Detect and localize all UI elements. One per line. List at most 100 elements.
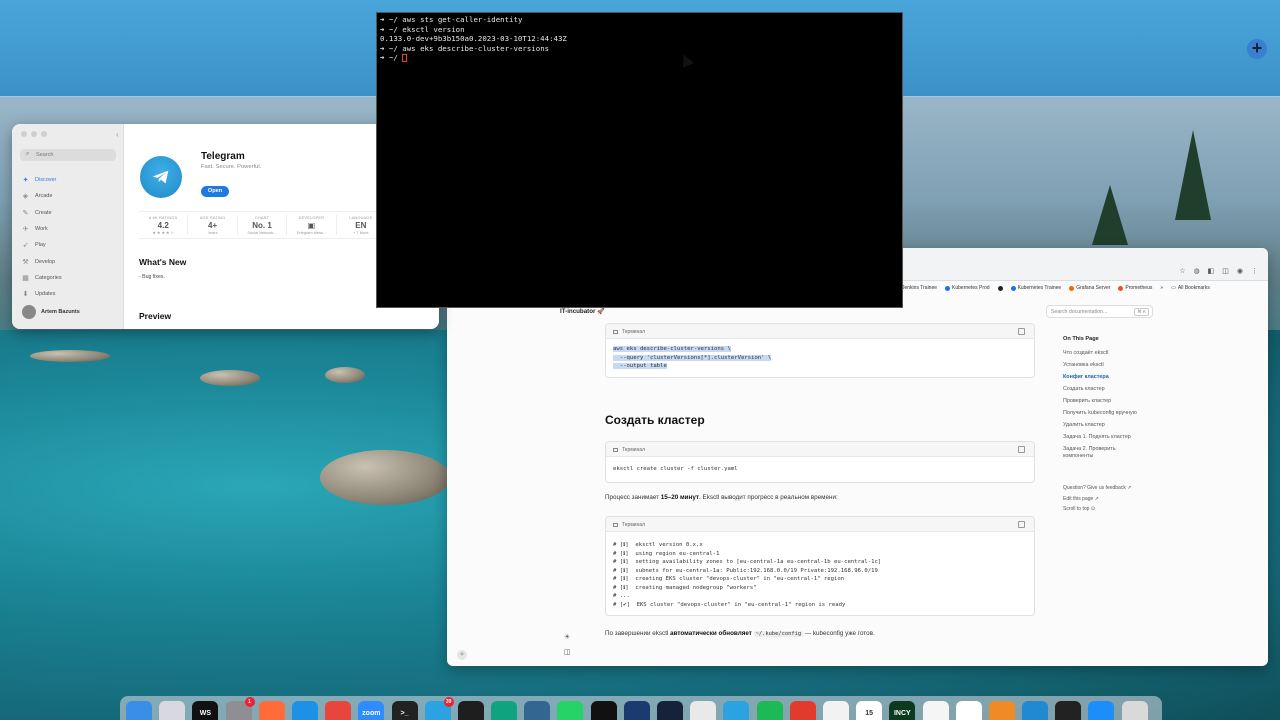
menu-icon[interactable]: ⋮ [1251,267,1258,275]
extension-icon[interactable]: ◧ [1208,267,1215,275]
toc-item[interactable]: Что создаёт eksctl [1063,350,1183,362]
search-docs-input[interactable]: Search documentation... ⌘ K [1046,305,1153,318]
sidebar-item-updates[interactable]: ⬇ Updates [22,286,118,302]
all-bookmarks[interactable]: ▭ All Bookmarks [1171,285,1210,291]
dock-app-chrome[interactable] [325,701,352,720]
dock-app-vpn[interactable] [657,701,683,720]
sidebar-item-categories[interactable]: ▦ Categories [22,270,118,286]
dock-app-postman[interactable] [258,701,285,720]
dock-app-spotify-like[interactable] [756,701,783,720]
edit-page-link[interactable]: Edit this page ↗ [1063,496,1099,502]
dock-app-app-store[interactable] [1088,701,1115,720]
site-brand[interactable]: IT-incubator 🚀 [560,307,605,315]
dock-app-burst[interactable] [822,701,849,720]
telegram-app-icon [140,156,182,198]
dock-app-finder[interactable] [126,701,152,720]
dock-app-vscode[interactable] [1022,701,1049,720]
browser-window[interactable]: ☆ ◍ ◧ ◫ ◉ ⋮ Jenkins Trainee Kubernetes P… [447,248,1268,666]
minimize-icon[interactable] [31,131,37,137]
dock-app-docker[interactable] [291,701,318,720]
dock-app-notes[interactable] [623,701,650,720]
dock-app-clock[interactable] [1055,701,1082,720]
toc-item[interactable]: Создать кластер [1063,386,1183,398]
sidebar-item-work[interactable]: ✈ Work [22,221,118,237]
open-button[interactable]: Open [201,186,229,197]
bookmarks-overflow[interactable]: » [1160,285,1163,291]
toc-item[interactable]: Задача 2. Проверить компоненты [1063,446,1143,466]
sidebar-item-play[interactable]: ➶ Play [22,237,118,253]
dock: WS 1 zoom >_ 39 15 INCY [120,696,1162,720]
sidebar-item-arcade[interactable]: ◈ Arcade [22,188,118,204]
dock-app-github[interactable] [955,701,982,720]
toc-item[interactable]: Установка eksctl [1063,362,1183,374]
code-content[interactable]: aws eks describe-cluster-versions \ --qu… [606,339,1034,377]
bookmark-kubernetes-prod[interactable]: Kubernetes Prod [945,285,990,291]
search-icon: ⌕ [26,151,30,157]
copy-icon[interactable] [1018,446,1025,453]
whats-new-heading: What's New [139,257,187,267]
sidebar-item-discover[interactable]: ✦ Discover [22,172,118,188]
search-input[interactable]: ⌕ Search [20,149,116,161]
bookmark-kubernetes-trainee[interactable]: Kubernetes Trainee [1010,285,1061,291]
bookmarks-bar: Jenkins Trainee Kubernetes Prod Kubernet… [902,285,1210,291]
toc-item[interactable]: Удалить кластер [1063,422,1183,434]
tree [1092,185,1128,245]
dock-app-infuse[interactable] [988,701,1015,720]
back-chevron-icon[interactable]: ‹ [116,130,119,139]
bookmark-grafana[interactable]: Grafana Server [1069,285,1110,291]
notification-badge: 39 [443,697,454,707]
dock-app-incy[interactable]: INCY [889,701,916,720]
code-content[interactable]: eksctl create cluster -f cluster.yaml [606,457,1034,482]
feedback-link[interactable]: Question? Give us feedback ↗ [1063,485,1131,491]
add-space-button[interactable]: + [1247,39,1267,59]
bookmark-prometheus[interactable]: Prometheus [1118,285,1152,291]
stat-developer[interactable]: DEVELOPER ▣ Telegram Mess... [287,215,337,235]
dock-app-system-settings[interactable]: 1 [225,697,255,720]
dock-app-whatsapp[interactable] [557,701,584,720]
code-content[interactable]: # [ℹ] eksctl version 0.x.x # [ℹ] using r… [606,532,1034,615]
dock-app-activity-monitor[interactable] [457,701,484,720]
terminal-window[interactable]: ➜ ~/ aws sts get-caller-identity ➜ ~/ ek… [376,12,903,308]
extension-icon[interactable]: ◍ [1194,267,1200,275]
dock-app-webstorm[interactable]: WS [192,701,219,720]
dock-app-safari-like[interactable] [690,701,717,720]
sidebar-item-develop[interactable]: ⚒ Develop [22,253,118,269]
dock-app-notion[interactable] [922,701,949,720]
dock-app-terminal[interactable]: >_ [391,701,418,720]
app-title: Telegram [201,151,245,162]
close-icon[interactable] [21,131,27,137]
app-store-window[interactable]: ⌕ Search ✦ Discover ◈ Arcade ✎ Create ✈ Work … [12,124,439,329]
bookmark-jenkins[interactable]: Jenkins Trainee [902,285,937,291]
dock-app-calendar[interactable]: 15 [856,701,883,720]
toc-item[interactable]: Задача 1. Поднять кластер [1063,434,1183,446]
dock-app-chatgpt[interactable] [590,701,617,720]
profile-icon[interactable]: ◉ [1237,267,1243,275]
dock-app-pgadmin[interactable] [524,701,551,720]
window-controls[interactable] [21,131,47,137]
dock-app-remote[interactable] [789,701,816,720]
sidebar-toggle-icon[interactable]: ◫ [564,648,571,656]
dock-app-zoom[interactable]: zoom [358,701,385,720]
shortcut-hint: ⌘ K [1134,308,1149,316]
copy-icon[interactable] [1018,328,1025,335]
sidebar-item-create[interactable]: ✎ Create [22,205,118,221]
toc-item[interactable]: Проверить кластер [1063,398,1183,410]
toc-item[interactable]: Получить kubeconfig вручную [1063,410,1183,422]
dock-app-chatgpt-green[interactable] [491,701,518,720]
bookmark-github[interactable] [997,285,1003,291]
user-account[interactable]: Artem Bazunts [22,305,80,319]
assistant-icon[interactable]: ✧ [457,650,467,660]
extension-icon[interactable]: ◫ [1222,267,1229,275]
download-icon: ⬇ [22,291,29,299]
dock-app-launchpad[interactable] [159,701,186,720]
theme-toggle-icon[interactable]: ☀ [564,633,570,641]
scroll-top-link[interactable]: Scroll to top ⊙ [1063,506,1095,512]
dock-app-telegram[interactable]: 39 [424,697,454,720]
zoom-icon[interactable] [41,131,47,137]
terminal-input-line[interactable]: ➜ ~/ [380,53,899,63]
bookmark-star-icon[interactable]: ☆ [1179,267,1185,275]
dock-app-telegram-2[interactable] [723,701,750,720]
copy-icon[interactable] [1018,521,1025,528]
dock-app-trash[interactable] [1121,701,1148,720]
toc-item-active[interactable]: Конфиг кластера [1063,374,1183,386]
